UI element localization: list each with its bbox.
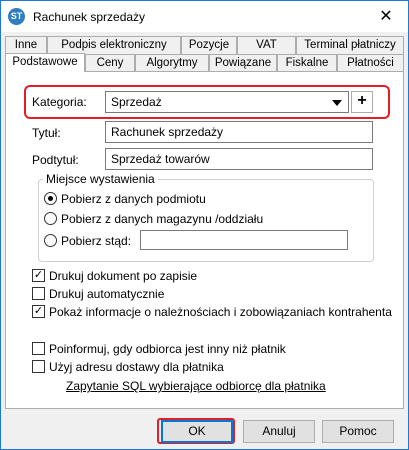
tab-vat[interactable]: VAT	[237, 36, 296, 54]
radio-pobierz-magazyn[interactable]	[44, 212, 57, 225]
kategoria-label: Kategoria:	[32, 95, 87, 109]
checkbox-drukuj-po-zapisie-label: Drukuj dokument po zapisie	[49, 269, 198, 283]
tab-inne[interactable]: Inne	[5, 36, 47, 54]
checkmark-icon: ✓	[33, 305, 44, 317]
checkbox-drukuj-automatycznie[interactable]	[32, 287, 45, 300]
tab-powiazane[interactable]: Powiązane	[209, 54, 277, 72]
tab-platnosci[interactable]: Płatności	[337, 54, 404, 72]
checkbox-uzyj-adresu-label: Użyj adresu dostawy dla płatnika	[49, 360, 224, 374]
title-bar: ST Rachunek sprzedaży ✕	[1, 1, 408, 32]
kategoria-dropdown[interactable]: Sprzedaż	[105, 91, 349, 113]
tytul-label: Tytuł:	[32, 126, 61, 140]
help-button[interactable]: Pomoc	[322, 420, 394, 443]
checkbox-pokaz-informacje-label: Pokaż informacje o należnościach i zobow…	[49, 305, 392, 319]
podtytul-field[interactable]: Sprzedaż towarów	[105, 148, 373, 170]
cancel-button[interactable]: Anuluj	[243, 420, 315, 443]
tab-panel-podstawowe: Kategoria: Sprzedaż + Tytuł: Rachunek sp…	[5, 71, 404, 409]
checkbox-poinformuj[interactable]	[32, 342, 45, 355]
pobierz-stad-field[interactable]	[140, 230, 348, 250]
checkmark-icon: ✓	[33, 269, 44, 281]
tab-algorytmy[interactable]: Algorytmy	[135, 54, 209, 72]
app-logo-icon: ST	[8, 8, 25, 25]
radio-pobierz-stad-label: Pobierz stąd:	[61, 234, 132, 248]
radio-pobierz-stad[interactable]	[44, 234, 57, 247]
ok-button[interactable]: OK	[161, 420, 233, 443]
sql-query-link[interactable]: Zapytanie SQL wybierające odbiorcę dla p…	[66, 379, 326, 393]
radio-pobierz-magazyn-label: Pobierz z danych magazynu /oddziału	[61, 212, 264, 226]
tab-pozycje[interactable]: Pozycje	[181, 36, 237, 54]
tab-terminal-platniczy[interactable]: Terminal płatniczy	[296, 36, 404, 54]
tab-podpis-elektroniczny[interactable]: Podpis elektroniczny	[47, 36, 181, 54]
chevron-down-icon	[332, 100, 342, 106]
checkbox-drukuj-po-zapisie[interactable]: ✓	[32, 269, 45, 282]
podtytul-label: Podtytuł:	[32, 153, 79, 167]
tytul-field[interactable]: Rachunek sprzedaży	[105, 121, 373, 143]
close-icon[interactable]: ✕	[376, 7, 396, 27]
checkbox-uzyj-adresu[interactable]	[32, 360, 45, 373]
window-title: Rachunek sprzedaży	[33, 10, 146, 24]
checkbox-drukuj-automatycznie-label: Drukuj automatycznie	[49, 287, 165, 301]
checkbox-pokaz-informacje[interactable]: ✓	[32, 305, 45, 318]
radio-pobierz-podmiot[interactable]	[44, 192, 57, 205]
tab-fiskalne[interactable]: Fiskalne	[277, 54, 337, 72]
checkbox-poinformuj-label: Poinformuj, gdy odbiorca jest inny niż p…	[49, 342, 286, 356]
radio-pobierz-podmiot-label: Pobierz z danych podmiotu	[61, 192, 206, 206]
kategoria-value: Sprzedaż	[111, 95, 162, 109]
dialog-window: ST Rachunek sprzedaży ✕ Inne Podpis elek…	[0, 0, 409, 450]
tab-podstawowe[interactable]: Podstawowe	[5, 53, 85, 72]
miejsce-group-title: Miejsce wystawienia	[43, 172, 158, 186]
add-kategoria-button[interactable]: +	[351, 91, 373, 113]
tab-ceny[interactable]: Ceny	[85, 54, 135, 72]
